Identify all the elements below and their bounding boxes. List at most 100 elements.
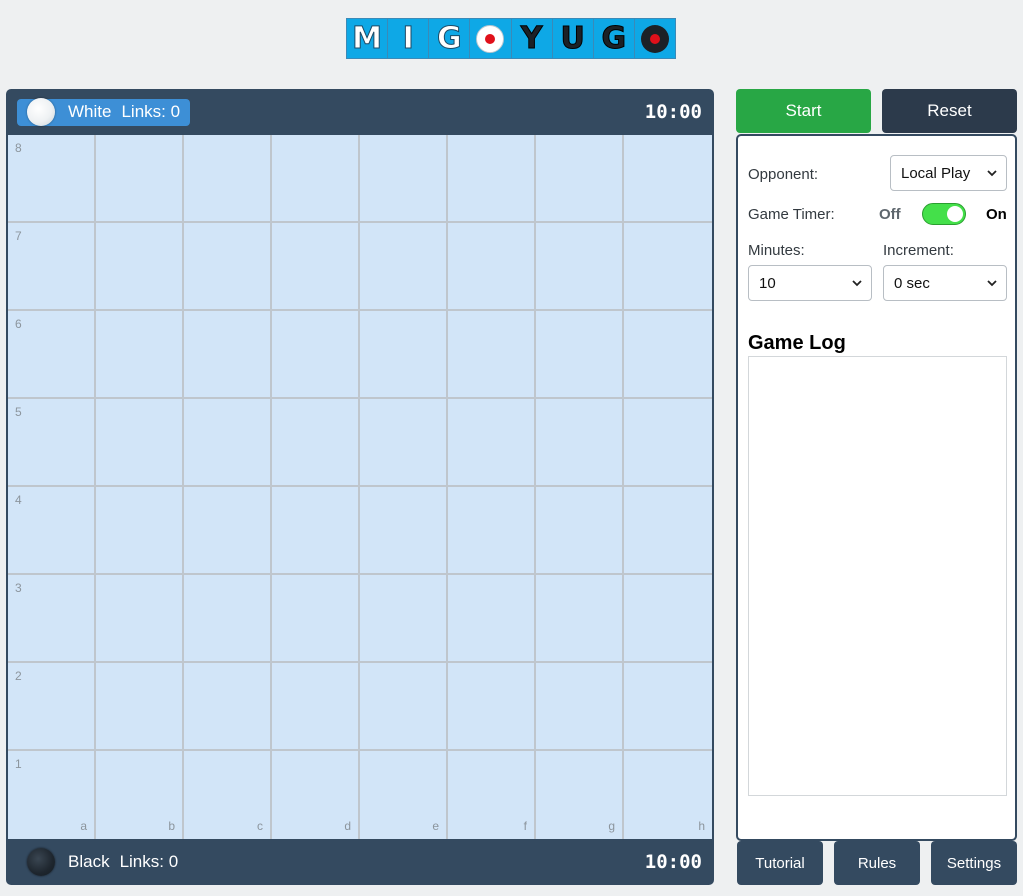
board-cell-g3[interactable] bbox=[536, 575, 624, 663]
board-cell-c3[interactable] bbox=[184, 575, 272, 663]
opponent-label: Opponent: bbox=[748, 166, 819, 183]
file-label: a bbox=[80, 819, 87, 833]
board-cell-a1[interactable]: 1a bbox=[8, 751, 96, 839]
increment-select[interactable]: 0 sec bbox=[883, 265, 1007, 301]
start-button[interactable]: Start bbox=[736, 89, 871, 133]
board-cell-d3[interactable] bbox=[272, 575, 360, 663]
board-cell-a7[interactable]: 7 bbox=[8, 223, 96, 311]
board-cell-d2[interactable] bbox=[272, 663, 360, 751]
board-cell-e7[interactable] bbox=[360, 223, 448, 311]
black-disc-icon bbox=[640, 24, 669, 53]
opponent-select[interactable]: Local Play bbox=[890, 155, 1007, 191]
logo-letter-g2: G bbox=[594, 19, 635, 58]
board-cell-e6[interactable] bbox=[360, 311, 448, 399]
board-cell-d4[interactable] bbox=[272, 487, 360, 575]
board-cell-f3[interactable] bbox=[448, 575, 536, 663]
board-cell-d8[interactable] bbox=[272, 135, 360, 223]
board-cell-f2[interactable] bbox=[448, 663, 536, 751]
game-timer-toggle[interactable] bbox=[922, 203, 966, 225]
board-cell-e3[interactable] bbox=[360, 575, 448, 663]
board-cell-a2[interactable]: 2 bbox=[8, 663, 96, 751]
board-cell-e8[interactable] bbox=[360, 135, 448, 223]
file-label: d bbox=[344, 819, 351, 833]
rank-label: 1 bbox=[15, 757, 22, 771]
board-cell-f7[interactable] bbox=[448, 223, 536, 311]
timer-off-label: Off bbox=[879, 206, 901, 223]
board-cell-c2[interactable] bbox=[184, 663, 272, 751]
board-cell-h2[interactable] bbox=[624, 663, 712, 751]
board-cell-h6[interactable] bbox=[624, 311, 712, 399]
board-cell-c6[interactable] bbox=[184, 311, 272, 399]
board-cell-f4[interactable] bbox=[448, 487, 536, 575]
black-player-name: Black bbox=[68, 852, 110, 871]
board-cell-f1[interactable]: f bbox=[448, 751, 536, 839]
board-cell-h8[interactable] bbox=[624, 135, 712, 223]
board-cell-f8[interactable] bbox=[448, 135, 536, 223]
board-cell-c4[interactable] bbox=[184, 487, 272, 575]
board-cell-d5[interactable] bbox=[272, 399, 360, 487]
board-cell-c5[interactable] bbox=[184, 399, 272, 487]
board-cell-g5[interactable] bbox=[536, 399, 624, 487]
board-cell-c8[interactable] bbox=[184, 135, 272, 223]
file-label: b bbox=[168, 819, 175, 833]
board-cell-b3[interactable] bbox=[96, 575, 184, 663]
board-cell-g2[interactable] bbox=[536, 663, 624, 751]
board-cell-b5[interactable] bbox=[96, 399, 184, 487]
board-cell-b7[interactable] bbox=[96, 223, 184, 311]
board-cell-a8[interactable]: 8 bbox=[8, 135, 96, 223]
board-cell-g4[interactable] bbox=[536, 487, 624, 575]
chevron-down-icon bbox=[987, 170, 997, 177]
black-player-bar: Black Links: 0 10:00 bbox=[6, 839, 714, 885]
board-cell-b4[interactable] bbox=[96, 487, 184, 575]
board-cell-d6[interactable] bbox=[272, 311, 360, 399]
white-player-name: White bbox=[68, 102, 112, 121]
board-cell-a5[interactable]: 5 bbox=[8, 399, 96, 487]
game-log-title: Game Log bbox=[748, 332, 846, 354]
tutorial-button[interactable]: Tutorial bbox=[737, 841, 823, 885]
board-cell-b6[interactable] bbox=[96, 311, 184, 399]
file-label: f bbox=[523, 819, 527, 833]
board-cell-d1[interactable]: d bbox=[272, 751, 360, 839]
board-cell-d7[interactable] bbox=[272, 223, 360, 311]
board-cell-b2[interactable] bbox=[96, 663, 184, 751]
increment-label: Increment: bbox=[883, 242, 954, 259]
minutes-select[interactable]: 10 bbox=[748, 265, 872, 301]
rank-label: 4 bbox=[15, 493, 22, 507]
board-cell-f5[interactable] bbox=[448, 399, 536, 487]
rank-label: 5 bbox=[15, 405, 22, 419]
board-cell-g1[interactable]: g bbox=[536, 751, 624, 839]
game-log[interactable] bbox=[748, 356, 1007, 796]
board-cell-g7[interactable] bbox=[536, 223, 624, 311]
black-links-count: Links: 0 bbox=[119, 852, 179, 871]
board-cell-h5[interactable] bbox=[624, 399, 712, 487]
board-cell-a3[interactable]: 3 bbox=[8, 575, 96, 663]
board-cell-h7[interactable] bbox=[624, 223, 712, 311]
white-player-bar: White Links: 0 10:00 bbox=[6, 89, 714, 135]
board-cell-a6[interactable]: 6 bbox=[8, 311, 96, 399]
board-cell-h3[interactable] bbox=[624, 575, 712, 663]
board-cell-b1[interactable]: b bbox=[96, 751, 184, 839]
board-cell-h1[interactable]: h bbox=[624, 751, 712, 839]
board-cell-f6[interactable] bbox=[448, 311, 536, 399]
board-cell-g8[interactable] bbox=[536, 135, 624, 223]
minutes-label: Minutes: bbox=[748, 242, 805, 259]
board-cell-e4[interactable] bbox=[360, 487, 448, 575]
reset-button[interactable]: Reset bbox=[882, 89, 1017, 133]
settings-panel: Opponent: Local Play Game Timer: Off On … bbox=[736, 134, 1017, 841]
board-cell-h4[interactable] bbox=[624, 487, 712, 575]
settings-button[interactable]: Settings bbox=[931, 841, 1017, 885]
board-cell-e1[interactable]: e bbox=[360, 751, 448, 839]
game-board[interactable]: 87654321abcdefgh bbox=[8, 135, 712, 839]
board-cell-a4[interactable]: 4 bbox=[8, 487, 96, 575]
board-cell-e5[interactable] bbox=[360, 399, 448, 487]
rules-button[interactable]: Rules bbox=[834, 841, 920, 885]
logo-letter-y: Y bbox=[512, 19, 553, 58]
board-cell-g6[interactable] bbox=[536, 311, 624, 399]
board-cell-e2[interactable] bbox=[360, 663, 448, 751]
board-cell-c1[interactable]: c bbox=[184, 751, 272, 839]
file-label: e bbox=[432, 819, 439, 833]
logo-letter-g: G bbox=[429, 19, 471, 58]
board-cell-c7[interactable] bbox=[184, 223, 272, 311]
white-player-indicator: White Links: 0 bbox=[17, 98, 191, 126]
board-cell-b8[interactable] bbox=[96, 135, 184, 223]
